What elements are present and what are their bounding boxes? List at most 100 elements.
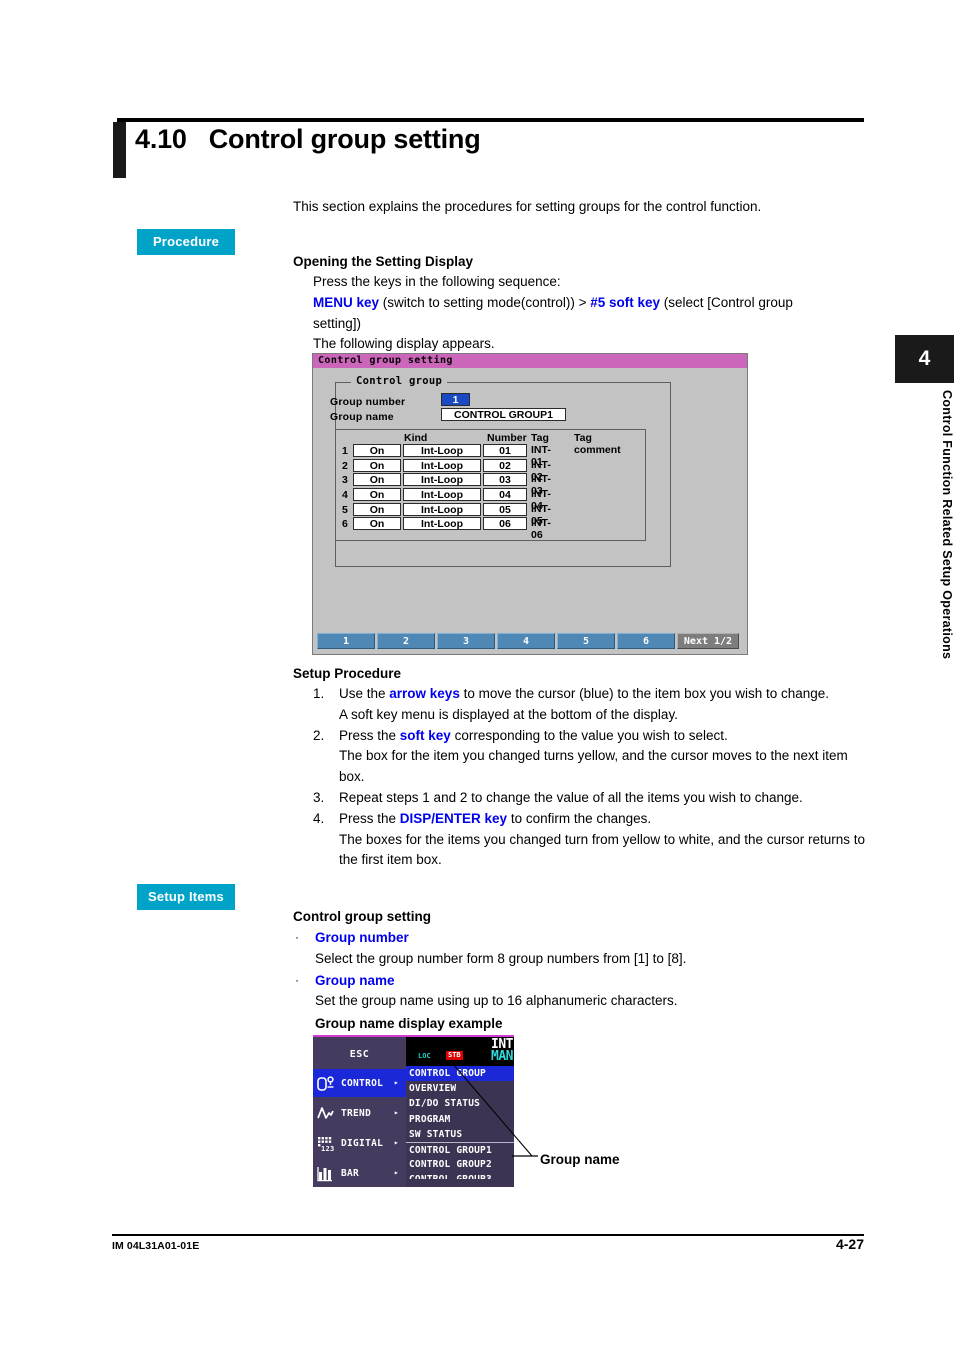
setup-items-heading: Control group setting [293,909,431,924]
opening-line-2-cont: setting]) [313,315,362,331]
menu-item-label: CONTROL [341,1078,384,1089]
menu-right-column: LOC STB INT MAN CONTROL GROUP OVERVIEW D… [406,1037,514,1187]
soft-key-6[interactable]: 6 [617,633,675,649]
cell-number[interactable]: 05 [483,502,527,516]
cell-on[interactable]: On [353,458,401,472]
step-subtext: A soft key menu is displayed at the bott… [339,706,678,722]
soft-key-4[interactable]: 4 [497,633,555,649]
cell-kind[interactable]: Int-Loop [403,444,481,457]
document-id: IM 04L31A01-01E [112,1240,200,1252]
setup-procedure-steps: 1. Use the arrow keys to move the cursor… [313,684,868,871]
step-subtext: The box for the item you changed turns y… [339,748,848,785]
opening-body: Press the keys in the following sequence… [313,272,858,355]
page-title: 4.10 Control group setting [135,124,481,155]
setup-item-description: Select the group number form 8 group num… [315,950,687,966]
trend-icon [317,1105,336,1122]
group-number-field[interactable]: 1 [441,393,470,406]
device-soft-key-bar: 1 2 3 4 5 6 Next 1/2 [317,633,745,649]
status-stb-badge: STB [446,1051,463,1060]
example-heading: Group name display example [315,1016,503,1032]
step-text-pre: Press the [339,727,400,743]
submenu-item-control-group1[interactable]: CONTROL GROUP1 [406,1141,514,1157]
step-subtext: The boxes for the items you changed turn… [339,831,866,868]
section-number: 4.10 [135,124,187,154]
row-index: 2 [342,459,348,472]
bullet-icon: · [295,972,299,987]
section-title-text: Control group setting [208,124,481,154]
status-man: MAN [491,1049,513,1064]
submenu-item-control-group[interactable]: CONTROL GROUP [406,1066,514,1082]
soft-key-1[interactable]: 1 [317,633,375,649]
status-bar: LOC STB INT MAN [406,1037,514,1066]
soft-key-5-link[interactable]: #5 soft key [590,295,660,310]
footer-rule [112,1234,864,1236]
setup-item-name[interactable]: Group number [315,930,409,945]
soft-key-3[interactable]: 3 [437,633,495,649]
cell-on[interactable]: On [353,517,401,531]
svg-text:123: 123 [321,1145,335,1152]
bar-icon [317,1165,336,1182]
row-index: 4 [342,489,348,502]
group-name-field[interactable]: CONTROL GROUP1 [441,408,566,421]
cell-kind[interactable]: Int-Loop [403,473,481,487]
cell-kind[interactable]: Int-Loop [403,488,481,502]
cell-on[interactable]: On [353,444,401,457]
device-screenshot-menu: ESC CONTROL ▸ TREND ▸ 123 DIGITAL ▸ BAR … [313,1035,514,1187]
chevron-right-icon: ▸ [393,1078,399,1087]
soft-key-2[interactable]: 2 [377,633,435,649]
soft-key-next[interactable]: Next 1/2 [677,633,739,649]
menu-item-label: BAR [341,1168,360,1179]
cell-number[interactable]: 01 [483,444,527,457]
column-header-tag: Tag [531,432,549,444]
list-item: 1. Use the arrow keys to move the cursor… [313,684,868,726]
list-item: · Group number [293,928,853,949]
cell-number[interactable]: 02 [483,458,527,472]
setup-procedure-heading: Setup Procedure [293,666,402,681]
esc-button[interactable]: ESC [313,1041,406,1069]
arrow-keys-link[interactable]: arrow keys [389,686,460,701]
step-text-post: corresponding to the value you wish to s… [450,727,728,743]
cell-on[interactable]: On [353,473,401,487]
cell-number[interactable]: 06 [483,517,527,531]
soft-key-5[interactable]: 5 [557,633,615,649]
cell-kind[interactable]: Int-Loop [403,502,481,516]
callout-group-name-label: Group name [540,1152,620,1167]
cell-number[interactable]: 03 [483,473,527,487]
opening-line-2: MENU key (switch to setting mode(control… [313,293,858,314]
opening-key2-desc: (select [Control group [660,294,793,310]
disp-enter-key-link[interactable]: DISP/ENTER key [400,811,507,826]
submenu-item-overview[interactable]: OVERVIEW [406,1081,514,1096]
cell-kind[interactable]: Int-Loop [403,517,481,531]
menu-item-bar[interactable]: BAR ▸ [313,1159,406,1187]
row-index: 5 [342,503,348,516]
column-header-number: Number [487,432,527,444]
submenu-item-di-do-status[interactable]: DI/DO STATUS [406,1096,514,1111]
submenu-item-program[interactable]: PROGRAM [406,1112,514,1127]
submenu-item-control-group3[interactable]: CONTROL GROUP3 [406,1172,514,1179]
step-marker: 2. [313,727,325,743]
cell-kind[interactable]: Int-Loop [403,458,481,472]
status-loc: LOC [418,1052,431,1060]
cell-on[interactable]: On [353,502,401,516]
menu-item-trend[interactable]: TREND ▸ [313,1099,406,1127]
step-text-pre: Press the [339,810,400,826]
intro-paragraph: This section explains the procedures for… [293,199,762,214]
chevron-right-icon: ▸ [393,1108,399,1117]
menu-item-control[interactable]: CONTROL ▸ [313,1069,406,1097]
setup-item-description: Set the group name using up to 16 alphan… [315,993,678,1009]
list-item: · Group name [293,971,853,992]
row-index: 3 [342,474,348,487]
cell-number[interactable]: 04 [483,488,527,502]
opening-key1-desc: (switch to setting mode(control)) > [379,294,591,310]
setup-item-name[interactable]: Group name [315,973,395,988]
menu-key-link[interactable]: MENU key [313,295,379,310]
soft-key-link[interactable]: soft key [400,728,451,743]
device-frame-label: Control group [351,375,448,387]
cell-on[interactable]: On [353,488,401,502]
menu-item-digital[interactable]: 123 DIGITAL ▸ [313,1129,406,1157]
device-title-bar: Control group setting [313,354,747,368]
submenu-item-sw-status[interactable]: SW STATUS [406,1127,514,1142]
submenu-item-control-group2[interactable]: CONTROL GROUP2 [406,1157,514,1172]
group-name-label: Group name [330,411,394,423]
group-number-label: Group number [330,396,406,408]
